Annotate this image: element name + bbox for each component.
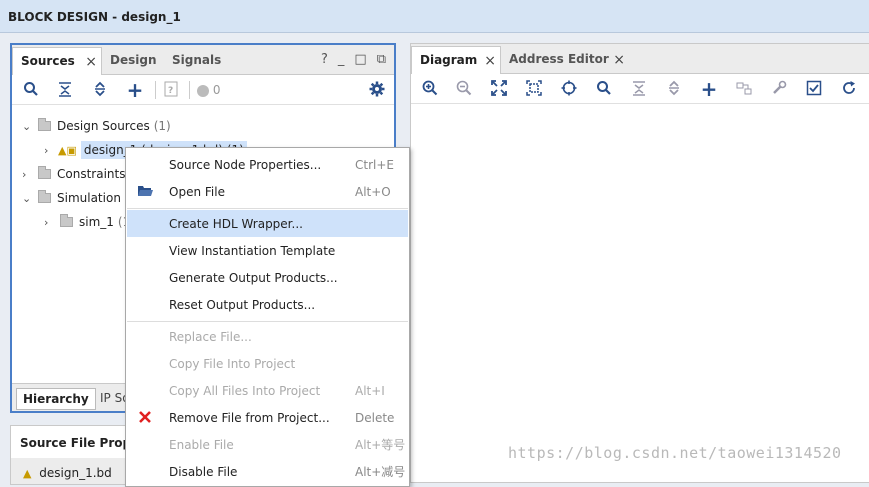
chevron-down-icon[interactable]: ⌄	[22, 120, 34, 133]
menu-item-create-hdl-wrapper[interactable]: Create HDL Wrapper...	[127, 210, 408, 237]
menu-item-copy-file-into-project: Copy File Into Project	[169, 356, 296, 371]
menu-item-remove-file-from-project[interactable]: Remove File from Project... Delete	[127, 404, 408, 431]
menu-separator	[127, 208, 408, 209]
chevron-right-icon[interactable]: ›	[44, 216, 56, 229]
tab-hierarchy[interactable]: Hierarchy	[16, 388, 96, 410]
tab-diagram[interactable]: Diagram ×	[411, 46, 501, 75]
chevron-right-icon[interactable]: ›	[44, 144, 56, 157]
refresh-icon[interactable]	[840, 80, 858, 98]
status-icon: 0	[197, 81, 227, 99]
menu-item-view-instantiation-template[interactable]: View Instantiation Template	[127, 237, 408, 264]
menu-item-source-node-properties[interactable]: Source Node Properties... Ctrl+E	[127, 151, 408, 178]
minimize-icon[interactable]: _	[338, 52, 345, 67]
menu-item-replace-file: Replace File...	[169, 329, 252, 344]
properties-file-row: ▲ design_1.bd	[23, 466, 112, 480]
menu-item-enable-file: Enable File Alt+等号	[169, 437, 406, 453]
fit-full-icon[interactable]	[490, 80, 508, 98]
zoom-in-icon[interactable]	[421, 80, 439, 98]
help-icon[interactable]: ?	[321, 52, 328, 67]
block-design-icon: ▲	[23, 467, 32, 480]
menu-item-reset-output-products[interactable]: Reset Output Products...	[127, 291, 408, 318]
close-icon[interactable]: ×	[613, 52, 625, 68]
tree-item-constraints[interactable]: › Constraints	[22, 163, 125, 185]
zoom-out-icon	[455, 80, 473, 98]
search-icon[interactable]	[595, 80, 613, 98]
context-menu: Source Node Properties... Ctrl+E Open Fi…	[125, 147, 410, 487]
svg-text:?: ?	[168, 86, 173, 96]
menu-item-disable-file[interactable]: Disable File Alt+减号	[127, 458, 408, 485]
watermark: https://blog.csdn.net/taowei1314520	[508, 444, 842, 462]
folder-open-icon	[137, 184, 153, 200]
tree-item-sim-1[interactable]: › sim_1 (1)	[44, 211, 135, 233]
menu-separator	[127, 321, 408, 322]
search-icon[interactable]	[22, 81, 40, 99]
window-title-bar: BLOCK DESIGN - design_1	[0, 0, 869, 33]
diagram-toolbar: +	[411, 74, 869, 104]
tree-item-design-sources[interactable]: ⌄ Design Sources (1)	[22, 115, 171, 137]
folder-icon	[38, 190, 51, 203]
folder-icon	[60, 214, 73, 227]
block-design-icon: ▲▣	[58, 143, 77, 157]
gear-icon[interactable]	[368, 81, 386, 99]
maximize-icon[interactable]: □	[354, 52, 366, 67]
wrench-icon	[770, 80, 788, 98]
expand-all-icon[interactable]	[91, 81, 109, 99]
expand-icon	[665, 80, 683, 98]
menu-item-open-file[interactable]: Open File Alt+O	[127, 178, 408, 205]
crosshair-icon[interactable]	[560, 80, 578, 98]
tab-design[interactable]: Design	[102, 47, 165, 74]
menu-item-generate-output-products[interactable]: Generate Output Products...	[127, 264, 408, 291]
close-icon[interactable]: ×	[85, 54, 97, 70]
diagram-panel: Diagram × Address Editor × +	[410, 43, 869, 483]
float-icon[interactable]: ⧉	[377, 52, 386, 67]
status-count: 0	[212, 83, 221, 97]
window-controls: ? _ □ ⧉	[321, 52, 386, 67]
sources-toolbar: + ? 0	[12, 75, 394, 105]
fit-selection-icon[interactable]	[525, 80, 543, 98]
window-title: BLOCK DESIGN - design_1	[8, 10, 181, 24]
connect-disabled-icon	[735, 80, 753, 98]
tab-sources[interactable]: Sources ×	[12, 47, 102, 76]
menu-item-copy-all-files-into-project: Copy All Files Into Project Alt+I	[169, 383, 385, 398]
tab-signals[interactable]: Signals	[164, 47, 229, 74]
add-ip-icon[interactable]: +	[700, 79, 718, 99]
diagram-tabbar: Diagram × Address Editor ×	[411, 44, 869, 75]
chevron-down-icon[interactable]: ⌄	[22, 192, 34, 205]
red-x-icon	[137, 410, 153, 426]
sources-tabbar: Sources × Design Signals ? _ □ ⧉	[12, 45, 394, 76]
doc-disabled-icon: ?	[162, 81, 180, 99]
chevron-right-icon[interactable]: ›	[22, 168, 34, 181]
add-icon[interactable]: +	[126, 80, 144, 100]
validate-icon[interactable]	[805, 80, 823, 98]
folder-icon	[38, 166, 51, 179]
collapse-all-icon[interactable]	[56, 81, 74, 99]
close-icon[interactable]: ×	[484, 53, 496, 69]
collapse-icon	[630, 80, 648, 98]
folder-icon	[38, 118, 51, 131]
tab-address-editor[interactable]: Address Editor ×	[501, 46, 629, 73]
